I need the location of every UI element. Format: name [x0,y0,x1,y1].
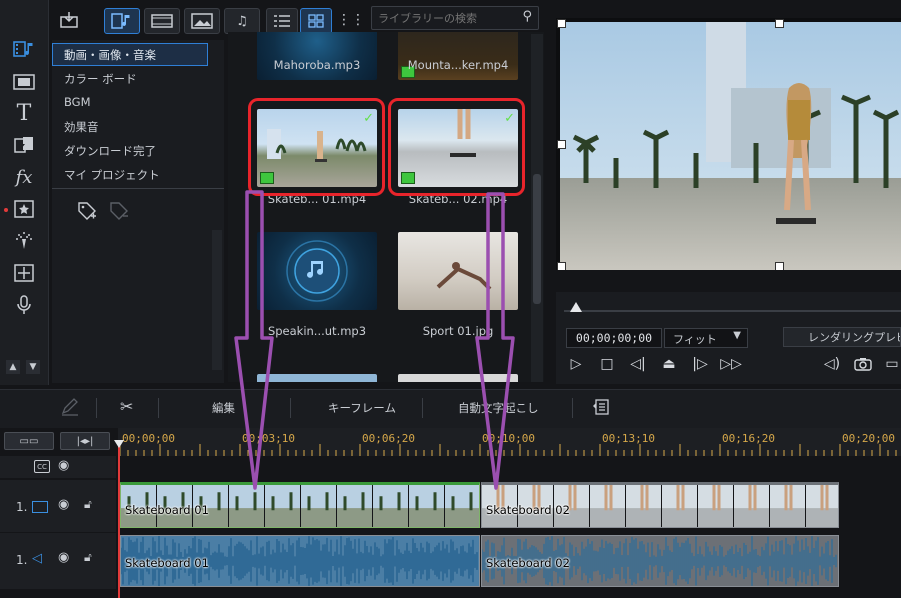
ruler-label: 00;13;10 [602,432,655,445]
volume-icon[interactable]: ◁) [822,354,842,374]
scissors-icon[interactable]: ✂ [120,397,133,416]
transition-icon[interactable] [10,132,38,158]
effects-icon[interactable]: fx [10,164,38,190]
ruler-label: 00;20;00 [842,432,895,445]
fit-dropdown[interactable]: フィット ▼ [664,328,748,348]
separator [96,398,97,418]
highlight-box-skateboard-02 [388,98,525,196]
fast-forward-icon[interactable]: ▷▷ [720,354,742,374]
timecode-display[interactable]: 00;00;00;00 [566,328,662,348]
filter-image-button[interactable] [184,8,220,34]
scrub-handle-icon[interactable] [570,302,582,312]
category-divider [52,188,224,189]
add-tag-icon[interactable] [76,200,98,226]
more-options-icon[interactable]: ⋮⋮ [337,8,365,32]
category-item-downloaded[interactable]: ダウンロード完了 [64,143,156,159]
chevron-down-icon: ▼ [733,330,741,341]
pip-designer-icon[interactable] [10,260,38,286]
previous-frame-icon[interactable]: ◁| [628,354,648,374]
clip-title: Skateboard 01 [125,556,209,570]
category-item-bgm[interactable]: BGM [64,95,91,109]
microphone-icon[interactable] [10,292,38,318]
thumb-mahoroba[interactable] [257,32,377,80]
next-frame-icon[interactable]: |▷ [690,354,710,374]
eye-icon[interactable]: ◉ [58,458,69,473]
import-media-icon[interactable] [56,8,82,32]
resize-handle[interactable] [775,262,784,270]
pen-tool-icon[interactable] [60,398,80,419]
library-scrollbar[interactable] [531,34,543,382]
snapshot-icon[interactable] [853,354,873,374]
track-number: 1. [16,500,28,514]
audio-track: Skateboard 01 Skateboard 02 [118,533,901,589]
resize-handle[interactable] [775,19,784,28]
title-icon[interactable]: T [10,100,38,126]
filter-all-media-button[interactable] [104,8,140,34]
lock-icon[interactable]: 🔓︎ [84,550,92,565]
clip-title: Skateboard 02 [486,556,570,570]
display-mode-icon[interactable]: ▭ [882,354,901,374]
caption-track-head: CC ◉ [0,456,116,478]
scroll-down-icon[interactable]: ▼ [26,360,40,374]
audio-track-head: 1. ◁ ◉ 🔓︎ [0,533,116,589]
grid-view-button[interactable] [300,8,332,34]
caption-icon[interactable]: CC [34,460,50,473]
resize-handle[interactable] [557,262,566,270]
drag-annotation-arrows [234,190,515,490]
playhead-handle-icon[interactable] [114,440,124,448]
split-icon[interactable]: ⏏ [659,354,679,374]
scroll-up-icon[interactable]: ▲ [6,360,20,374]
preview-scrub-slider[interactable] [564,310,901,312]
separator [158,398,159,418]
thumb-label: Mounta...ker.mp4 [407,58,509,72]
ruler-label: 00;00;00 [122,432,175,445]
category-scrollbar[interactable] [212,230,222,370]
resize-handle[interactable] [557,19,566,28]
particle-icon[interactable] [10,196,38,222]
highlight-box-skateboard-01 [248,98,385,196]
fit-timeline-icon[interactable]: |◂▸| [60,432,110,450]
playhead[interactable] [118,440,120,598]
notification-dot [4,208,8,212]
thumb-mountain[interactable] [398,32,518,80]
audio-track-icon: ◁ [32,551,42,566]
media-room-icon[interactable] [10,36,38,62]
clip-title: Skateboard 01 [125,503,209,517]
remove-tag-icon[interactable] [108,200,130,226]
filter-audio-button[interactable]: ♫ [224,8,260,34]
track-manager-icon[interactable]: ▭▭ [4,432,54,450]
ruler-label: 00;16;20 [722,432,775,445]
category-item-media[interactable]: 動画・画像・音楽 [64,47,156,63]
audio-clip-skateboard-01[interactable]: Skateboard 01 [120,535,480,587]
category-item-color-board[interactable]: カラー ボード [64,71,137,87]
video-track-icon [32,501,48,513]
thumb-label: Mahoroba.mp3 [273,58,361,72]
eye-icon[interactable]: ◉ [58,550,69,565]
library-search[interactable]: ⚲ [371,6,539,30]
clip-title: Skateboard 02 [486,503,570,517]
separator [572,398,573,418]
eye-icon[interactable]: ◉ [58,497,69,512]
search-input[interactable] [376,9,516,27]
play-icon[interactable]: ▷ [566,354,586,374]
stop-icon[interactable]: □ [597,354,617,374]
lock-icon[interactable]: 🔓︎ [84,497,92,512]
track-number: 1. [16,553,28,567]
audio-clip-skateboard-02[interactable]: Skateboard 02 [481,535,839,587]
resize-handle[interactable] [557,140,566,149]
module-toolbar: T fx ▲ ▼ [0,0,49,385]
templates-icon[interactable] [10,69,38,95]
video-clip-skateboard-02[interactable]: Skateboard 02 [481,482,839,528]
video-track-head: 1. ◉ 🔓︎ [0,480,116,532]
filter-video-button[interactable] [144,8,180,34]
render-preview-button[interactable]: レンダリングプレビュー [783,327,901,347]
subtitle-icon[interactable] [592,398,610,419]
preview-window [556,18,901,270]
magic-icon[interactable] [10,228,38,254]
category-item-my-projects[interactable]: マイ プロジェクト [64,167,160,183]
search-icon[interactable]: ⚲ [522,9,532,24]
list-view-button[interactable] [266,8,298,34]
fit-dropdown-value: フィット [673,333,717,346]
category-item-sound-effects[interactable]: 効果音 [64,119,99,135]
